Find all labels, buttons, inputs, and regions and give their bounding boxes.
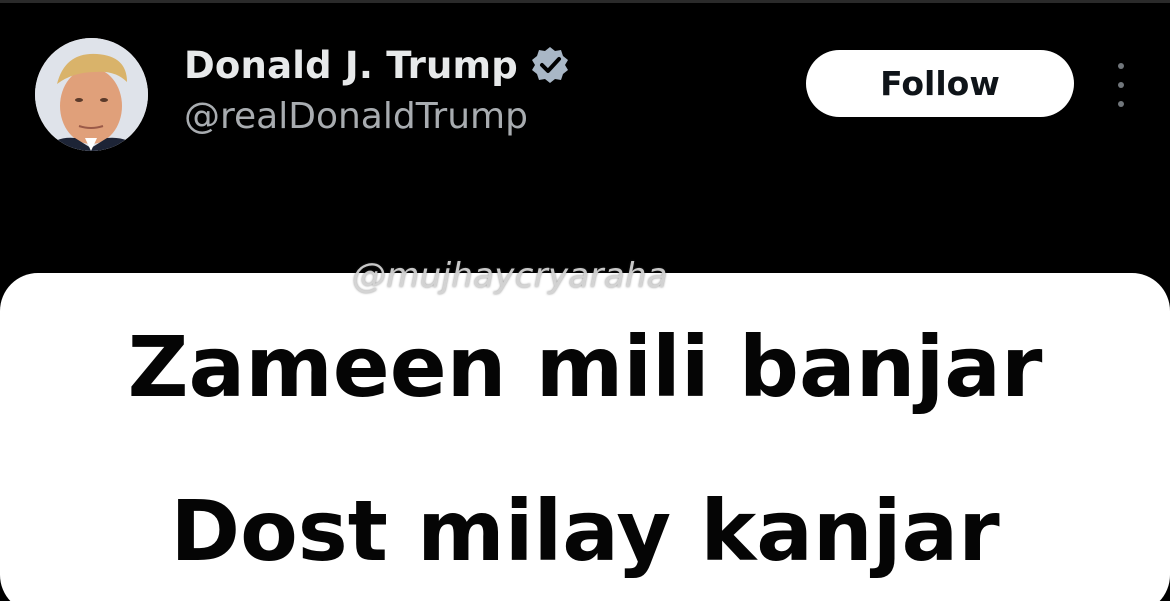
- more-dot: [1118, 63, 1124, 69]
- card-line-1: Zameen mili banjar: [127, 318, 1043, 416]
- more-dot: [1118, 101, 1124, 107]
- name-row: Donald J. Trump: [184, 40, 570, 90]
- avatar[interactable]: [35, 38, 148, 151]
- user-handle[interactable]: @realDonaldTrump: [184, 96, 528, 137]
- top-divider: [0, 0, 1170, 3]
- watermark-text: @mujhaycryaraha: [352, 256, 668, 296]
- more-dot: [1118, 82, 1124, 88]
- profile-photo: [35, 38, 148, 151]
- follow-button[interactable]: Follow: [806, 50, 1074, 117]
- card-line-2: Dost milay kanjar: [170, 482, 1000, 580]
- verified-badge-icon: [530, 45, 570, 85]
- more-vertical-icon[interactable]: [1111, 63, 1131, 107]
- display-name[interactable]: Donald J. Trump: [184, 44, 518, 87]
